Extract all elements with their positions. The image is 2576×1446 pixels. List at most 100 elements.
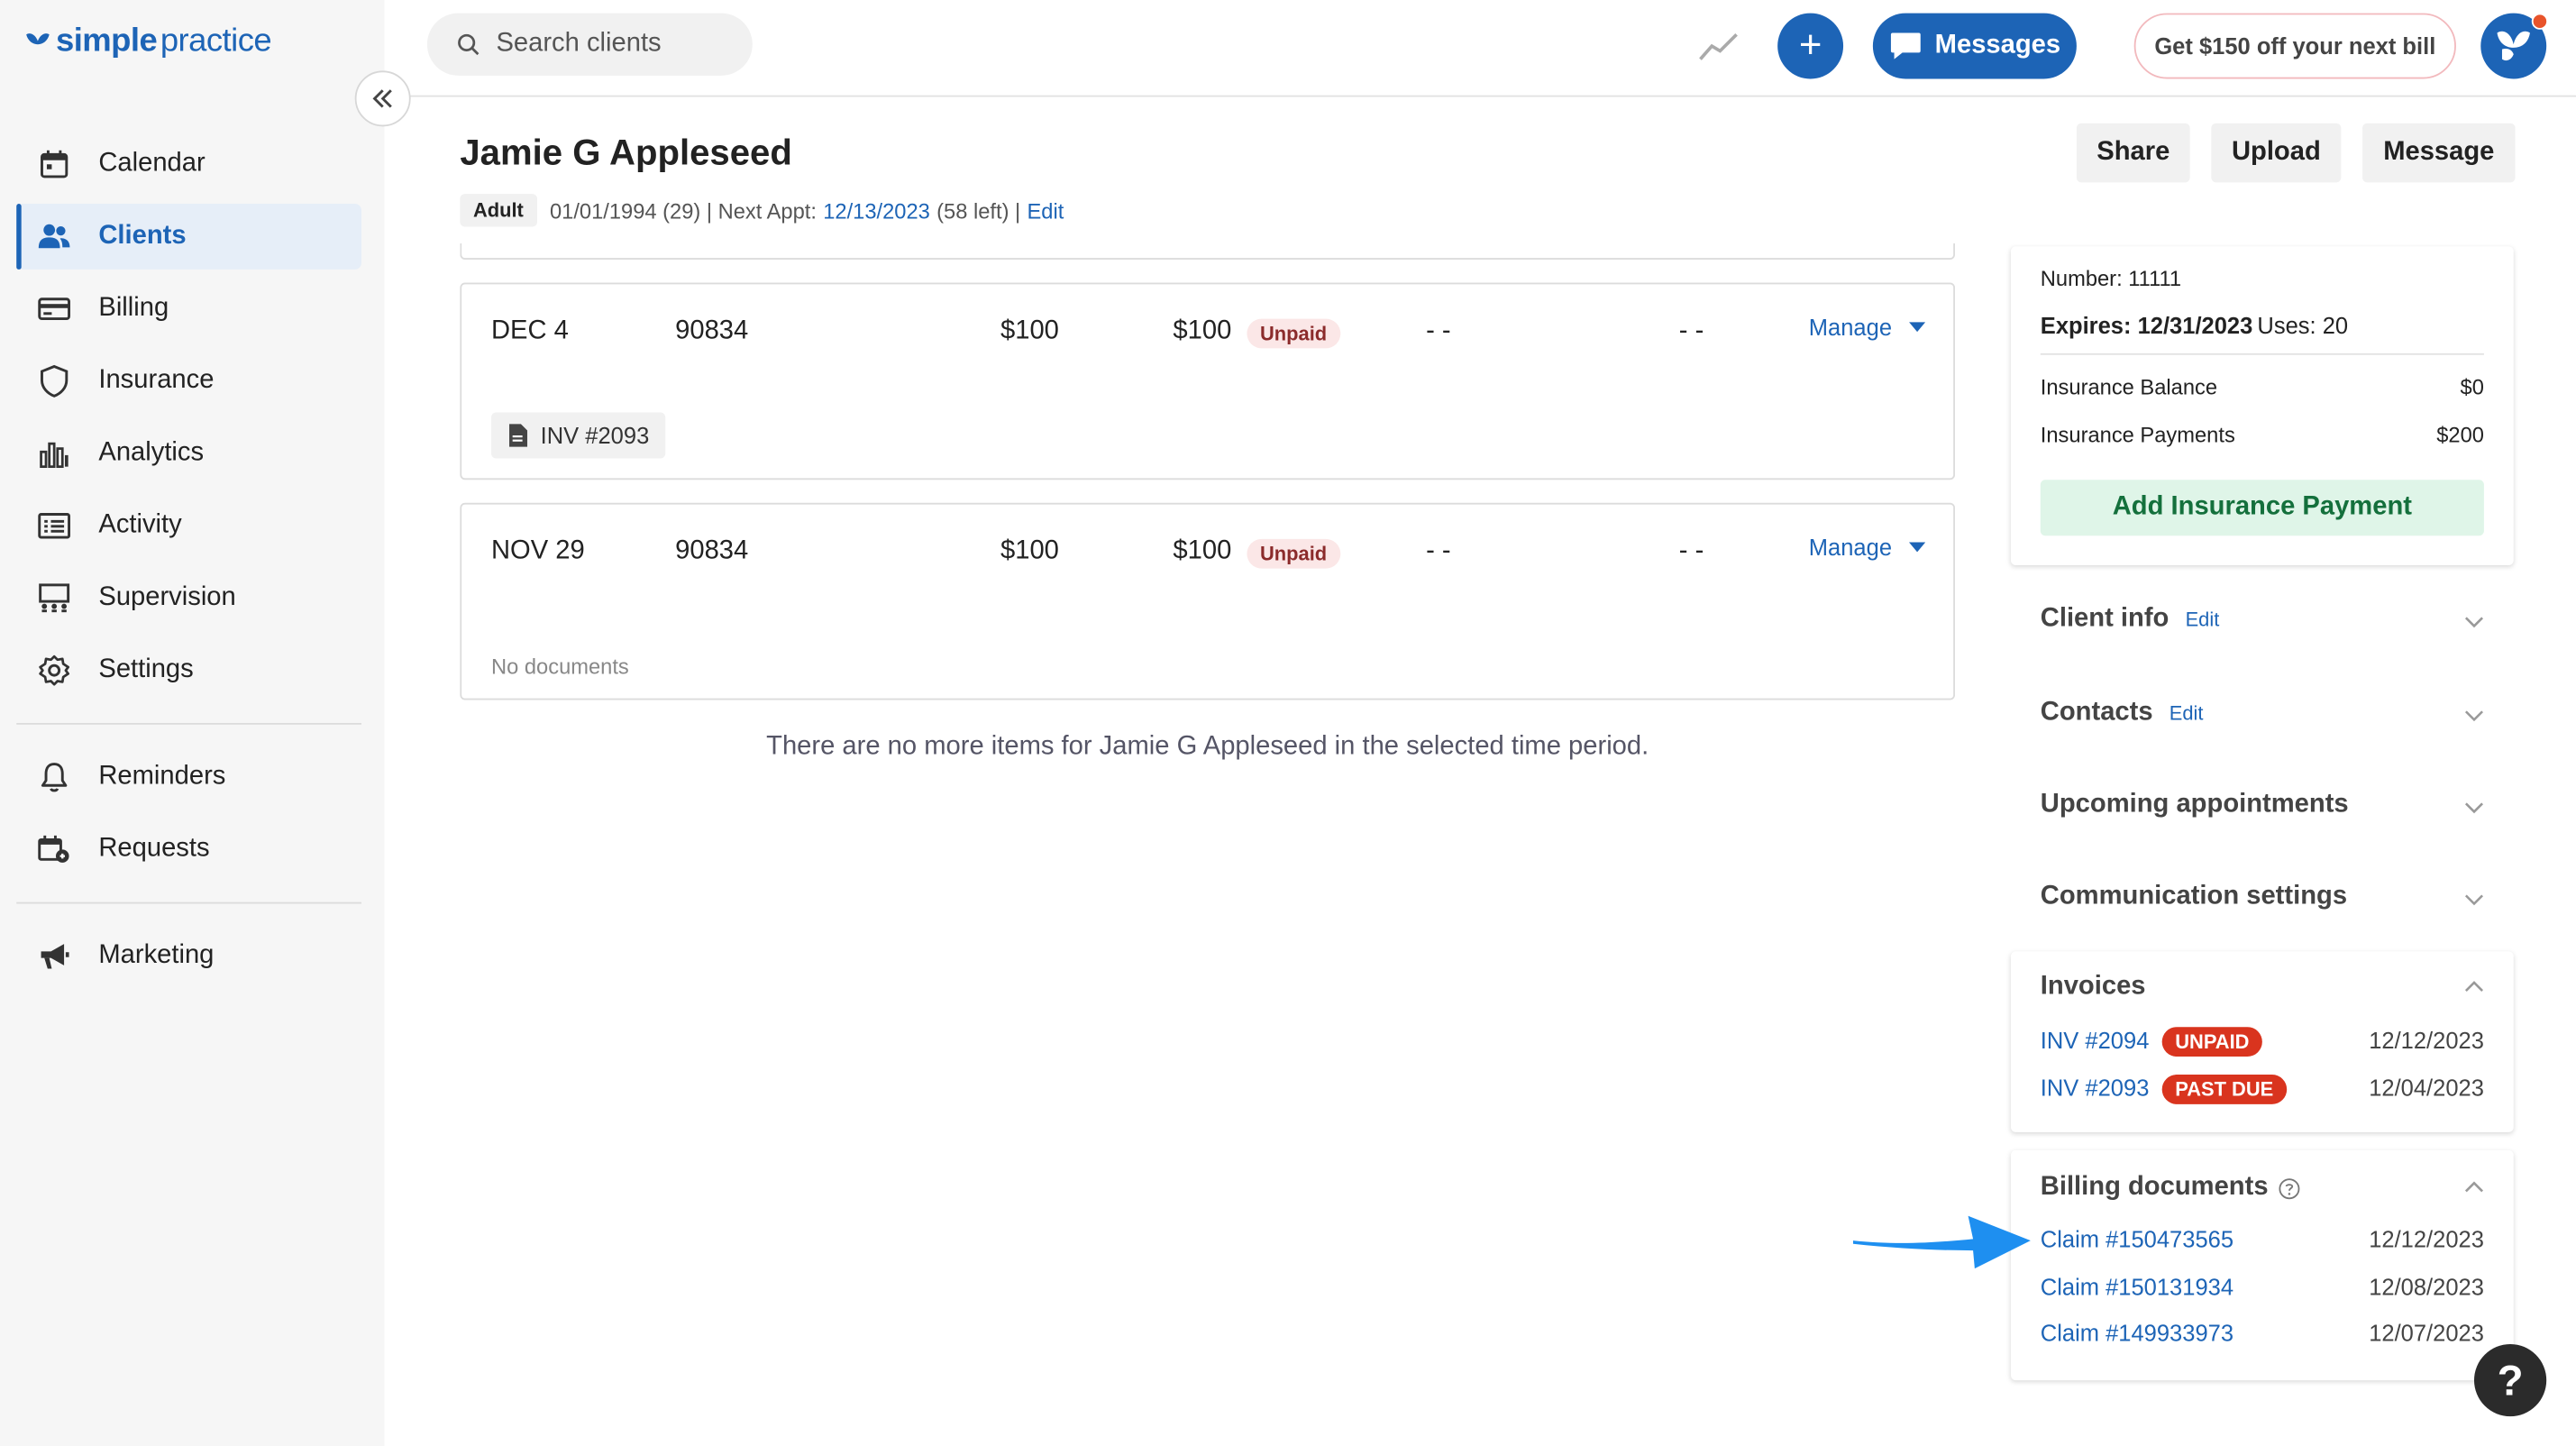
divider — [2040, 352, 2484, 355]
billing-documents-title: Billing documents — [2041, 1173, 2299, 1203]
sidebar-item-billing[interactable]: Billing — [16, 276, 361, 342]
manage-dropdown[interactable]: Manage — [1808, 534, 1925, 561]
manage-dropdown[interactable]: Manage — [1809, 314, 1925, 340]
document-label: INV #2093 — [540, 422, 650, 449]
sidebar-item-label: Settings — [98, 655, 194, 684]
section-client-info[interactable]: Client info Edit — [2010, 584, 2514, 658]
claim-date: 12/08/2023 — [2369, 1273, 2484, 1300]
sidebar-item-label: Requests — [98, 834, 210, 863]
sidebar-item-supervision[interactable]: Supervision — [16, 565, 361, 631]
share-button[interactable]: Share — [2076, 123, 2190, 183]
section-title: Client info Edit — [2040, 604, 2220, 633]
search-placeholder: Search clients — [496, 29, 662, 58]
promo-label: Get $150 off your next bill — [2154, 32, 2436, 59]
sidebar-item-analytics[interactable]: Analytics — [16, 421, 361, 487]
claim-link[interactable]: Claim #150131934 — [2041, 1274, 2233, 1300]
sidebar-item-label: Clients — [98, 222, 187, 251]
trend-icon[interactable] — [1699, 26, 1739, 66]
client-meta-suffix: (58 left) | — [936, 197, 1021, 223]
message-button[interactable]: Message — [2362, 123, 2516, 183]
row-date: NOV 29 — [490, 537, 585, 566]
section-upcoming-appointments[interactable]: Upcoming appointments — [2010, 770, 2514, 844]
caret-down-icon — [1908, 542, 1925, 553]
manage-label: Manage — [1808, 534, 1893, 561]
contacts-edit-link[interactable]: Edit — [2170, 701, 2204, 725]
row-col6: - - — [1678, 537, 1704, 566]
status-badge: Unpaid — [1247, 318, 1340, 349]
chevron-up-icon[interactable] — [2464, 1178, 2484, 1198]
upload-button[interactable]: Upload — [2211, 123, 2342, 183]
row-balance: $100 — [1173, 537, 1232, 566]
butterfly-avatar-icon — [2497, 31, 2530, 61]
collapse-sidebar-button[interactable] — [354, 70, 411, 127]
claim-link[interactable]: Claim #150473565 — [2041, 1226, 2233, 1252]
billing-row: NOV 29 90834 $100 $100 Unpaid - - - - Ma… — [460, 502, 1956, 700]
chevron-up-icon[interactable] — [2464, 978, 2484, 998]
client-info-edit-link[interactable]: Edit — [2186, 608, 2220, 631]
settings-icon — [36, 653, 72, 689]
invoice-status-badge: UNPAID — [2161, 1027, 2263, 1057]
row-col6: - - — [1678, 316, 1704, 345]
butterfly-logo-icon — [26, 32, 50, 44]
page-title: Jamie G Appleseed — [460, 131, 792, 173]
client-meta: Adult 01/01/1994 (29) | Next Appt: 12/13… — [460, 194, 1064, 227]
chat-icon — [1890, 32, 1921, 59]
row-balance: $100 — [1173, 316, 1232, 345]
sidebar-item-requests[interactable]: Requests — [16, 817, 361, 883]
sidebar-item-insurance[interactable]: Insurance — [16, 348, 361, 414]
client-edit-link[interactable]: Edit — [1028, 198, 1064, 223]
sidebar-item-clients[interactable]: Clients — [16, 204, 361, 270]
next-appt-link[interactable]: 12/13/2023 — [823, 198, 930, 223]
brand-logo[interactable]: simple practice — [23, 23, 272, 61]
document-chip[interactable]: INV #2093 — [490, 412, 666, 459]
invoice-link[interactable]: INV #2093 — [2041, 1075, 2150, 1101]
sidebar-divider — [16, 901, 361, 904]
claim-date: 12/07/2023 — [2369, 1319, 2484, 1346]
section-contacts[interactable]: Contacts Edit — [2010, 678, 2514, 751]
sidebar-item-label: Activity — [98, 510, 182, 539]
sidebar-item-label: Insurance — [98, 366, 215, 395]
invoice-date: 12/04/2023 — [2369, 1075, 2484, 1102]
sidebar: simple practice Calendar Clients Billing … — [0, 0, 385, 1446]
claim-link[interactable]: Claim #149933973 — [2041, 1320, 2233, 1346]
supervision-icon — [36, 580, 72, 616]
search-icon — [458, 33, 480, 56]
invoice-link[interactable]: INV #2094 — [2041, 1027, 2150, 1053]
client-meta-prefix: 01/01/1994 (29) | Next Appt: — [549, 197, 817, 223]
insurance-balance-label: Insurance Balance — [2040, 374, 2218, 399]
sidebar-item-settings[interactable]: Settings — [16, 637, 361, 703]
add-button[interactable]: + — [1777, 13, 1844, 79]
client-type-badge: Adult — [460, 194, 537, 227]
chevron-down-icon — [2464, 894, 2484, 906]
annotation-arrow-icon — [1853, 1215, 2031, 1269]
help-circle-icon[interactable] — [2278, 1177, 2299, 1199]
search-input[interactable]: Search clients — [426, 13, 753, 76]
no-documents-text: No documents — [490, 654, 629, 679]
help-button[interactable]: ? — [2473, 1343, 2547, 1417]
analytics-icon — [36, 435, 72, 471]
row-date: DEC 4 — [490, 316, 569, 345]
sidebar-item-marketing[interactable]: Marketing — [16, 923, 361, 989]
messages-button[interactable]: Messages — [1872, 13, 2077, 79]
sidebar-item-reminders[interactable]: Reminders — [16, 745, 361, 810]
activity-icon — [36, 508, 72, 544]
insurance-expires: Expires: 12/31/2023 — [2040, 312, 2253, 339]
plus-icon: + — [1798, 23, 1822, 68]
sidebar-divider — [16, 722, 361, 725]
promo-button[interactable]: Get $150 off your next bill — [2133, 13, 2456, 79]
sidebar-item-label: Marketing — [98, 941, 215, 970]
sidebar-item-label: Billing — [98, 294, 169, 323]
brand-name-part2: practice — [160, 23, 272, 59]
notification-dot — [2531, 13, 2549, 30]
insurance-balance-value: $0 — [2460, 374, 2484, 399]
topbar: Search clients + Messages Get $150 off y… — [384, 0, 2576, 97]
section-communication-settings[interactable]: Communication settings — [2010, 862, 2514, 936]
section-title: Upcoming appointments — [2040, 790, 2349, 819]
sidebar-item-activity[interactable]: Activity — [16, 493, 361, 559]
insurance-payments-label: Insurance Payments — [2040, 422, 2235, 447]
sidebar-item-calendar[interactable]: Calendar — [16, 132, 361, 197]
row-col5: - - — [1426, 316, 1451, 345]
row-code: 90834 — [675, 316, 749, 345]
messages-label: Messages — [1934, 31, 2061, 59]
add-insurance-payment-button[interactable]: Add Insurance Payment — [2040, 480, 2484, 536]
